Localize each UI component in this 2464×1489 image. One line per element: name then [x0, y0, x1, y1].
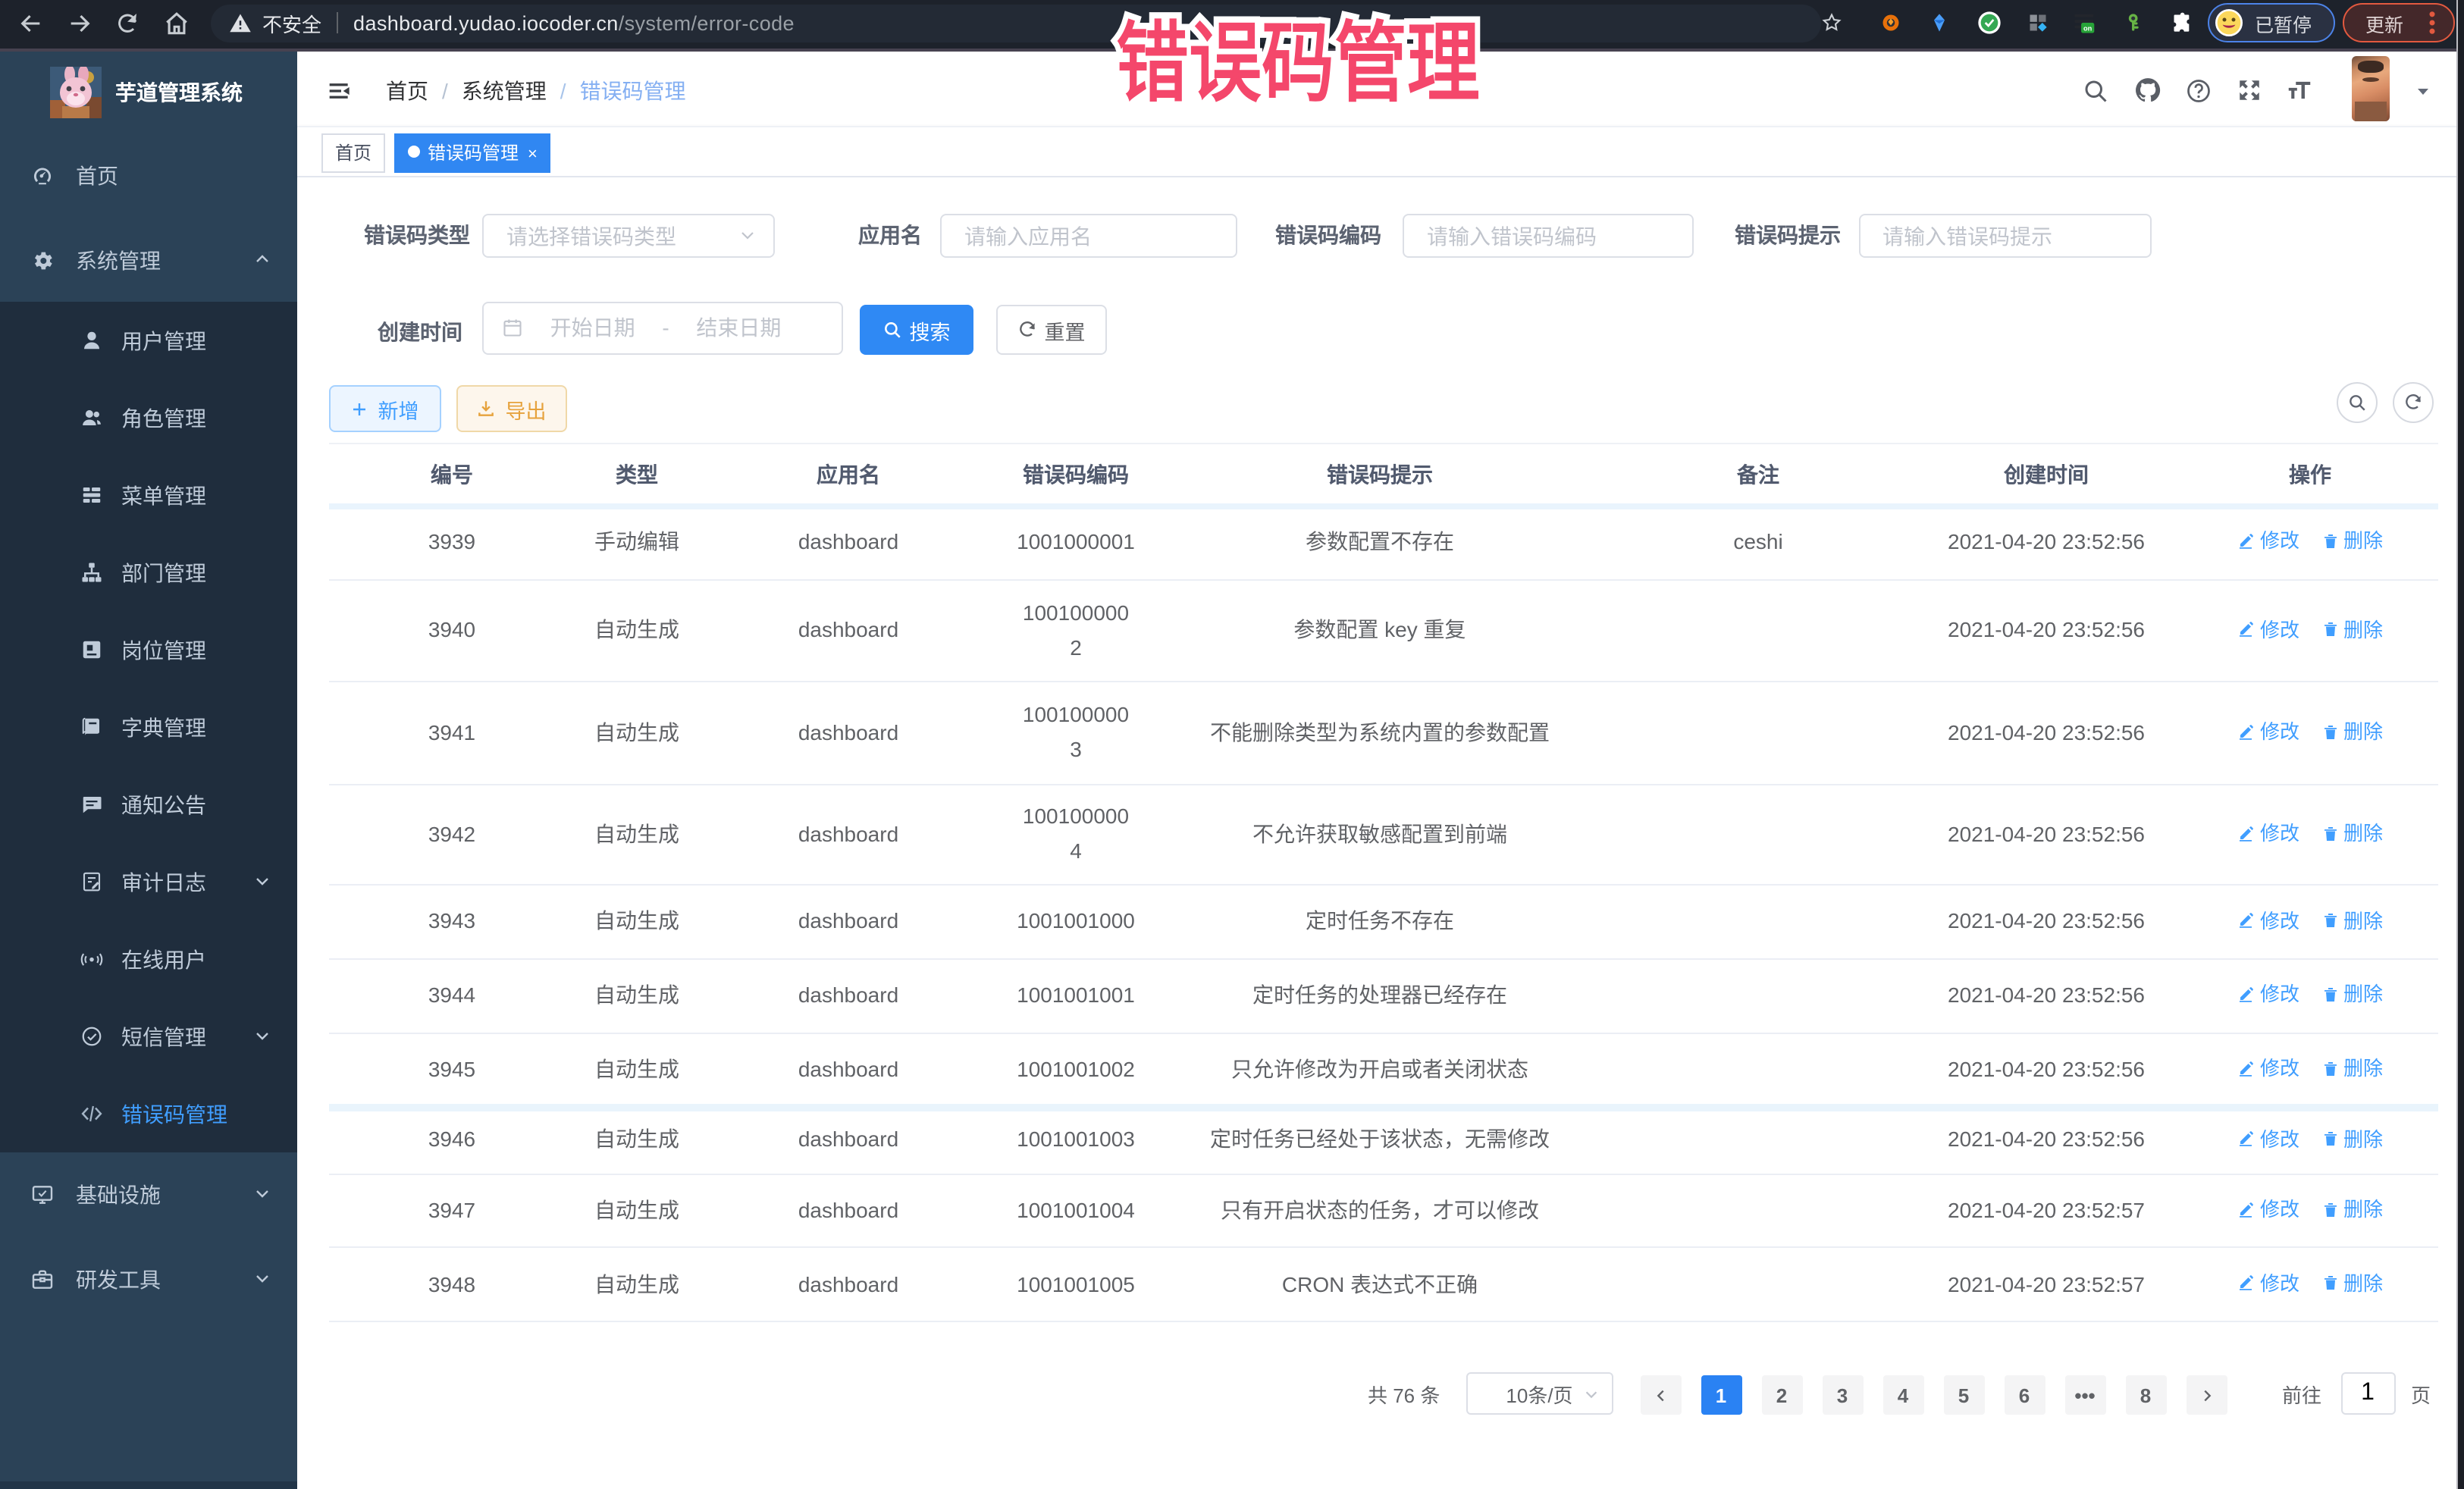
svg-text:on: on [2083, 24, 2093, 32]
